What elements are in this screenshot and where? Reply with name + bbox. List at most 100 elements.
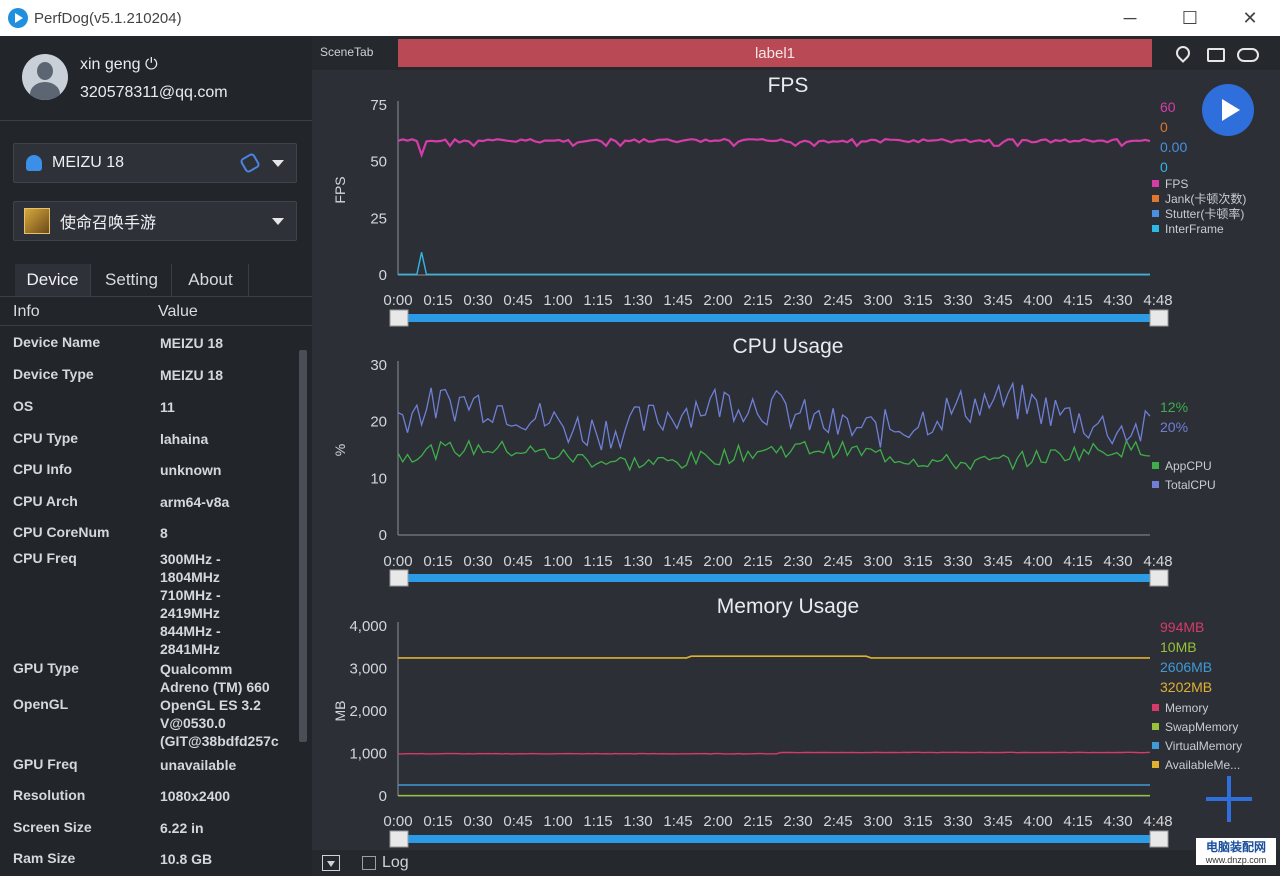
x-tick-label: 3:30: [943, 553, 972, 570]
legend-swatch: [1152, 195, 1159, 202]
watermark: 电脑装配网 www.dnzp.com: [1196, 838, 1276, 874]
x-tick-label: 4:48: [1143, 813, 1172, 830]
x-tick-label: 1:45: [663, 813, 692, 830]
y-tick-label: 75: [370, 97, 387, 114]
y-tick-label: 0: [379, 788, 387, 805]
legend-current-value: 20%: [1160, 419, 1188, 435]
legend-swatch: [1152, 742, 1159, 749]
slider-handle-left[interactable]: [389, 569, 409, 587]
watermark-text: 电脑装配网: [1196, 838, 1276, 855]
y-axis-label: FPS: [332, 176, 348, 203]
log-checkbox[interactable]: [362, 856, 376, 870]
legend-entry: VirtualMemory: [1165, 739, 1242, 753]
x-tick-label: 4:48: [1143, 292, 1172, 309]
y-tick-label: 0: [379, 267, 387, 284]
x-tick-label: 2:30: [783, 813, 812, 830]
x-tick-label: 3:00: [863, 813, 892, 830]
legend-current-value: 0: [1160, 159, 1168, 175]
legend-swatch: [1152, 704, 1159, 711]
x-tick-label: 2:00: [703, 292, 732, 309]
x-tick-label: 2:45: [823, 553, 852, 570]
time-range-slider[interactable]: [404, 574, 1152, 582]
legend-current-value: 0.00: [1160, 139, 1187, 155]
x-tick-label: 1:45: [663, 553, 692, 570]
x-tick-label: 1:00: [543, 813, 572, 830]
availablememory-series-line: [398, 655, 1150, 659]
legend-current-value: 60: [1160, 99, 1176, 115]
legend-entry: AppCPU: [1165, 459, 1212, 473]
legend-current-value: 2606MB: [1160, 659, 1212, 675]
slider-handle-right[interactable]: [1149, 830, 1169, 848]
x-tick-label: 1:15: [583, 292, 612, 309]
add-chart-button[interactable]: [1206, 776, 1252, 822]
slider-handle-left[interactable]: [389, 309, 409, 327]
charts-svg: FPS 75 50 25 0 FPS 0:00 0:15 0:30 0:45 1:00 1:15 1:3…: [332, 74, 1246, 848]
chart-title: FPS: [768, 74, 809, 97]
y-tick-label: 30: [370, 357, 387, 374]
y-tick-label: 25: [370, 210, 387, 227]
x-tick-label: 3:15: [903, 813, 932, 830]
x-tick-label: 3:00: [863, 553, 892, 570]
slider-handle-left[interactable]: [389, 830, 409, 848]
slider-handle-right[interactable]: [1149, 309, 1169, 327]
x-tick-label: 0:45: [503, 813, 532, 830]
legend-entry: InterFrame: [1165, 222, 1224, 236]
x-tick-label: 0:15: [423, 813, 452, 830]
x-tick-label: 0:00: [383, 813, 412, 830]
x-tick-label: 1:45: [663, 292, 692, 309]
time-range-slider[interactable]: [404, 835, 1152, 843]
x-tick-label: 2:30: [783, 553, 812, 570]
x-tick-label: 0:45: [503, 292, 532, 309]
x-tick-label: 2:00: [703, 553, 732, 570]
x-tick-label: 2:15: [743, 553, 772, 570]
x-tick-label: 4:30: [1103, 813, 1132, 830]
play-button[interactable]: [1202, 84, 1254, 136]
x-tick-label: 1:00: [543, 292, 572, 309]
watermark-url: www.dnzp.com: [1196, 855, 1276, 865]
legend-entry: Memory: [1165, 701, 1208, 715]
y-axis-label: %: [332, 444, 348, 456]
x-tick-label: 4:30: [1103, 292, 1132, 309]
x-tick-label: 4:30: [1103, 553, 1132, 570]
y-tick-label: 4,000: [349, 618, 387, 635]
chart-title: Memory Usage: [717, 595, 859, 618]
x-tick-label: 2:15: [743, 813, 772, 830]
x-tick-label: 3:45: [983, 292, 1012, 309]
x-tick-label: 0:45: [503, 553, 532, 570]
legend-swatch: [1152, 462, 1159, 469]
legend-entry: Stutter(卡顿率): [1165, 206, 1244, 221]
x-tick-label: 4:00: [1023, 292, 1052, 309]
x-tick-label: 2:45: [823, 813, 852, 830]
y-tick-label: 1,000: [349, 746, 387, 763]
time-range-slider[interactable]: [404, 314, 1152, 322]
x-tick-label: 0:30: [463, 813, 492, 830]
slider-handle-right[interactable]: [1149, 569, 1169, 587]
legend-entry: Jank(卡顿次数): [1165, 191, 1246, 206]
x-tick-label: 4:00: [1023, 553, 1052, 570]
x-tick-label: 2:15: [743, 292, 772, 309]
legend-current-value: 994MB: [1160, 619, 1204, 635]
x-tick-label: 1:30: [623, 813, 652, 830]
x-tick-label: 3:30: [943, 292, 972, 309]
x-tick-label: 4:48: [1143, 553, 1172, 570]
interframe-series-line: [398, 252, 1150, 275]
legend-swatch: [1152, 761, 1159, 768]
legend-current-value: 10MB: [1160, 639, 1197, 655]
y-tick-label: 0: [379, 527, 387, 544]
appcpu-series-line: [397, 439, 1151, 472]
fps-series-line: [397, 137, 1151, 159]
x-tick-label: 3:15: [903, 553, 932, 570]
x-tick-label: 3:00: [863, 292, 892, 309]
expand-dropdown-button[interactable]: [322, 855, 340, 871]
y-axis-label: MB: [332, 701, 348, 722]
x-tick-label: 0:15: [423, 292, 452, 309]
legend-swatch: [1152, 180, 1159, 187]
chart-title: CPU Usage: [733, 335, 844, 358]
x-tick-label: 1:30: [623, 553, 652, 570]
x-tick-label: 0:00: [383, 553, 412, 570]
x-tick-label: 2:30: [783, 292, 812, 309]
legend-entry: AvailableMe...: [1165, 758, 1240, 772]
x-tick-label: 4:15: [1063, 813, 1092, 830]
x-tick-label: 4:00: [1023, 813, 1052, 830]
y-tick-label: 3,000: [349, 661, 387, 678]
